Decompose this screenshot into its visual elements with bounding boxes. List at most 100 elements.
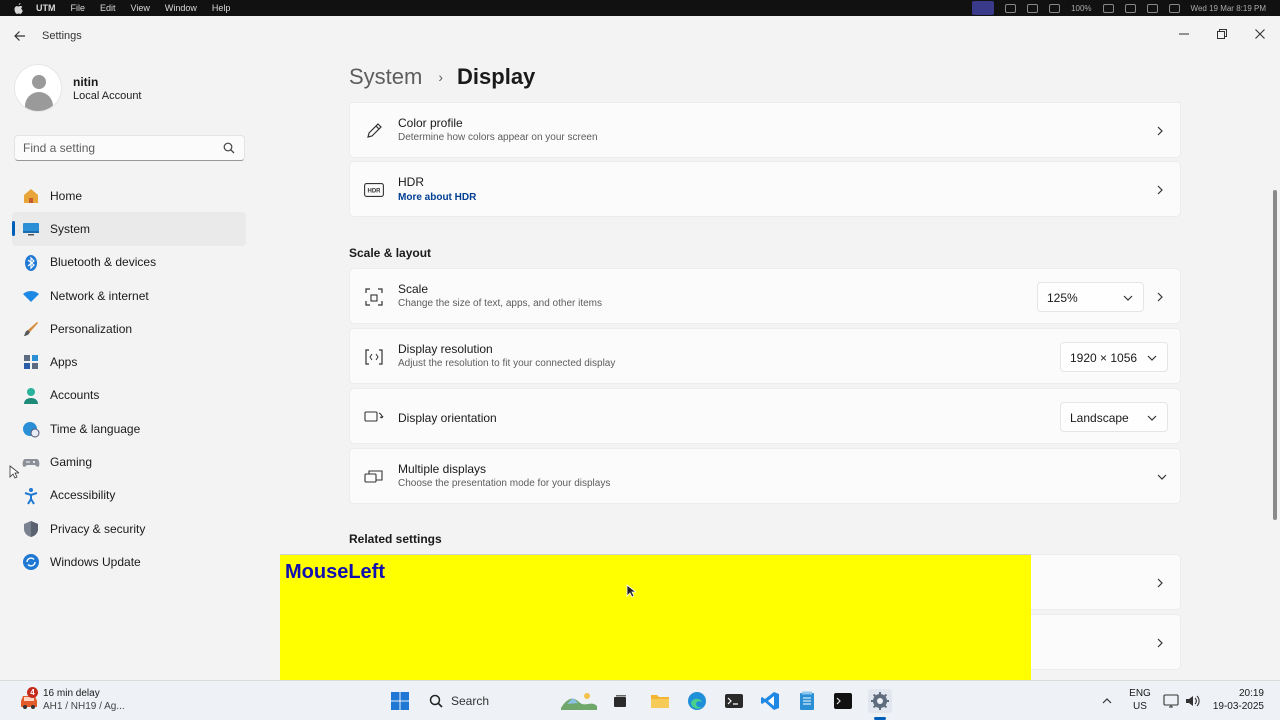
sidebar-nav: Home System Bluetooth & devices Network … xyxy=(12,179,246,579)
clock-time: 20:19 xyxy=(1238,688,1264,699)
menu-edit[interactable]: Edit xyxy=(100,3,116,13)
system-clock[interactable]: 20:19 19-03-2025 xyxy=(1213,687,1264,713)
mac-clock[interactable]: Wed 19 Mar 8:19 PM xyxy=(1191,4,1266,13)
battery-icon[interactable] xyxy=(1102,3,1114,13)
sidebar-item-windows-update[interactable]: Windows Update xyxy=(12,545,246,578)
title-bar: Settings xyxy=(0,16,1280,56)
cmd-button[interactable] xyxy=(831,689,855,713)
chevron-down-icon xyxy=(1147,415,1157,421)
file-explorer-button[interactable] xyxy=(648,689,672,713)
card-subtitle: Determine how colors appear on your scre… xyxy=(398,132,598,143)
breadcrumb-separator: › xyxy=(438,69,444,85)
traffic-widget[interactable]: 4 16 min delay AH1 / NH19 / Ag... xyxy=(14,687,214,715)
sidebar-item-gaming[interactable]: Gaming xyxy=(12,445,246,478)
chevron-down-icon[interactable] xyxy=(1156,471,1168,483)
taskbar-search[interactable]: Search xyxy=(420,687,550,715)
sidebar-item-time-language[interactable]: Time & language xyxy=(12,412,246,445)
notification-badge: 4 xyxy=(27,687,38,698)
scale-value: 125% xyxy=(1047,291,1078,305)
mac-status-area: 100% Wed 19 Mar 8:19 PM xyxy=(972,0,1266,16)
control-center-icon[interactable] xyxy=(1168,3,1180,13)
vscode-icon xyxy=(761,692,779,710)
orientation-value: Landscape xyxy=(1070,411,1129,425)
speaker-icon[interactable] xyxy=(1184,693,1200,709)
menu-help[interactable]: Help xyxy=(212,3,231,13)
close-icon xyxy=(1255,29,1265,39)
multiple-displays-card[interactable]: Multiple displays Choose the presentatio… xyxy=(349,448,1181,504)
network-monitor-icon[interactable] xyxy=(1163,693,1179,709)
chevron-right-icon xyxy=(1157,578,1163,588)
hdr-card[interactable]: HDR HDR More about HDR xyxy=(349,161,1181,217)
search-input[interactable] xyxy=(23,140,213,156)
screen-mirror-icon[interactable] xyxy=(972,1,995,15)
sidebar-item-network[interactable]: Network & internet xyxy=(12,279,246,312)
terminal-icon xyxy=(725,694,743,708)
shield-icon xyxy=(22,520,40,538)
apps-icon xyxy=(22,353,40,371)
scale-card[interactable]: Scale Change the size of text, apps, and… xyxy=(349,268,1181,324)
vscode-button[interactable] xyxy=(758,689,782,713)
settings-search-box[interactable] xyxy=(14,135,245,161)
user-status-icon[interactable] xyxy=(1005,3,1017,13)
more-about-hdr-link[interactable]: More about HDR xyxy=(398,192,476,203)
sidebar-item-privacy[interactable]: Privacy & security xyxy=(12,512,246,545)
wifi-status-icon[interactable] xyxy=(1124,3,1136,13)
sidebar-item-label: Home xyxy=(50,188,83,203)
gamepad-icon xyxy=(22,453,40,471)
menu-app-utm[interactable]: UTM xyxy=(36,3,56,13)
resolution-dropdown[interactable]: 1920 × 1056 xyxy=(1060,342,1168,372)
pause-icon[interactable] xyxy=(1027,3,1039,13)
search-icon[interactable] xyxy=(223,142,235,154)
language-code: ENG xyxy=(1129,688,1151,699)
overlay-event-label: MouseLeft xyxy=(285,561,385,583)
card-title: Scale xyxy=(398,282,429,296)
apple-icon[interactable] xyxy=(12,2,24,14)
minimize-button[interactable] xyxy=(1172,22,1196,46)
terminal-button[interactable] xyxy=(722,689,746,713)
spotlight-icon[interactable] xyxy=(1146,3,1158,13)
card-subtitle: Choose the presentation mode for your di… xyxy=(398,478,611,489)
mac-menu-bar: UTM File Edit View Window Help 100% Wed … xyxy=(0,0,1280,16)
chevron-down-icon xyxy=(1123,295,1133,301)
scrollbar[interactable] xyxy=(1273,190,1277,520)
chevron-right-icon[interactable] xyxy=(1154,291,1166,303)
edge-browser-button[interactable] xyxy=(685,689,709,713)
sidebar-item-personalization[interactable]: Personalization xyxy=(12,312,246,345)
restore-button[interactable] xyxy=(1210,22,1234,46)
task-view-icon xyxy=(614,695,626,707)
scale-dropdown[interactable]: 125% xyxy=(1037,282,1144,312)
user-profile[interactable]: nitin Local Account xyxy=(14,64,244,112)
sidebar-item-accessibility[interactable]: Accessibility xyxy=(12,479,246,512)
sidebar-item-label: Privacy & security xyxy=(50,521,146,536)
settings-taskbar-button[interactable] xyxy=(868,689,892,713)
sidebar-item-accounts[interactable]: Accounts xyxy=(12,379,246,412)
orientation-icon xyxy=(364,407,384,427)
arrow-left-icon xyxy=(14,31,25,41)
sidebar-item-system[interactable]: System xyxy=(12,212,246,246)
chevron-up-icon[interactable] xyxy=(1100,694,1114,708)
back-button[interactable] xyxy=(10,27,30,45)
sidebar-item-label: Windows Update xyxy=(50,554,141,569)
task-view-button[interactable] xyxy=(608,689,632,713)
menu-view[interactable]: View xyxy=(131,3,150,13)
widgets-button[interactable] xyxy=(558,689,600,713)
menu-file[interactable]: File xyxy=(71,3,86,13)
chevron-right-icon xyxy=(1157,126,1163,136)
sidebar-item-bluetooth[interactable]: Bluetooth & devices xyxy=(12,246,246,279)
menu-window[interactable]: Window xyxy=(165,3,197,13)
sidebar-item-apps[interactable]: Apps xyxy=(12,345,246,378)
start-button[interactable] xyxy=(388,689,412,713)
orientation-dropdown[interactable]: Landscape xyxy=(1060,402,1168,432)
mouse-event-overlay: MouseLeft xyxy=(280,554,1031,680)
volume-icon[interactable] xyxy=(1049,3,1061,13)
region-code: US xyxy=(1133,701,1147,712)
breadcrumb-parent[interactable]: System xyxy=(349,64,422,90)
traffic-delay: 16 min delay xyxy=(43,688,100,699)
color-profile-card[interactable]: Color profile Determine how colors appea… xyxy=(349,102,1181,158)
sidebar-item-label: System xyxy=(50,221,91,236)
input-language[interactable]: ENG US xyxy=(1125,687,1155,713)
notepad-button[interactable] xyxy=(795,689,819,713)
card-title: Color profile xyxy=(398,116,463,130)
close-button[interactable] xyxy=(1248,22,1272,46)
sidebar-item-home[interactable]: Home xyxy=(12,179,246,212)
